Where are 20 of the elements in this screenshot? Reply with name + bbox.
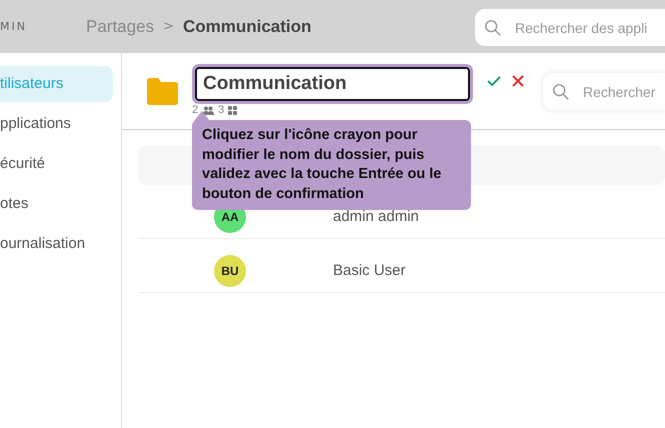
breadcrumb-separator: > <box>163 19 174 34</box>
folder-icon <box>147 78 178 105</box>
search-field[interactable]: Rechercher des appli <box>475 9 665 46</box>
users-count: 2 <box>192 104 198 116</box>
cancel-button[interactable] <box>510 73 526 89</box>
avatar: BU <box>214 254 246 286</box>
apps-icon <box>228 106 238 114</box>
apps-count: 3 <box>218 104 224 116</box>
member-name: Basic User <box>333 262 406 279</box>
search-field[interactable]: Rechercher <box>543 73 665 110</box>
member-name: admin admin <box>333 208 419 225</box>
sidebar-item[interactable]: ournalisation <box>0 226 113 262</box>
tooltip-text: Cliquez sur l'icône crayon pour modifier le nom du dossier, puis validez avec la touche Entrée ou le bouton de confirmation <box>202 126 442 204</box>
folder-name-field[interactable]: Communication <box>192 64 473 104</box>
sidebar-item[interactable]: écurité <box>0 146 113 182</box>
users-icon <box>202 106 214 114</box>
sidebar-item[interactable]: otes <box>0 186 113 222</box>
brand-text: MIN <box>0 20 28 33</box>
breadcrumb-current: Communication <box>182 16 312 36</box>
sidebar-item[interactable]: pplications <box>0 106 113 142</box>
